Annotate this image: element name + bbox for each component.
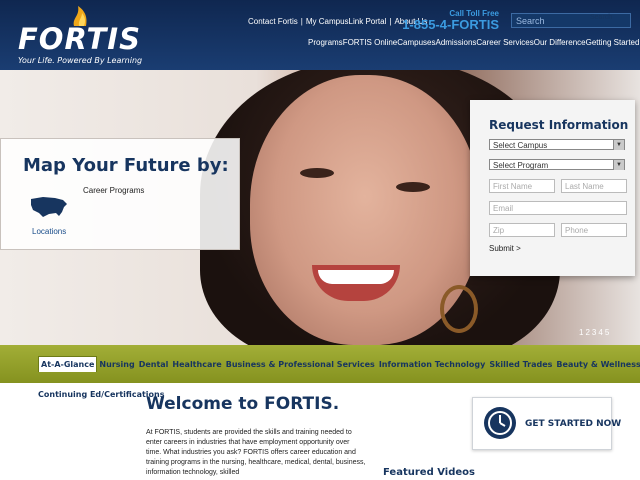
search-input[interactable]	[511, 13, 631, 28]
us-map-icon[interactable]	[29, 195, 69, 219]
tab-nursing[interactable]: Nursing	[97, 357, 136, 372]
nav-programs[interactable]: Programs	[308, 38, 343, 47]
submit-button[interactable]: Submit >	[489, 244, 521, 253]
map-your-future-panel: Map Your Future by: Career Programs Loca…	[0, 138, 240, 250]
tab-at-a-glance[interactable]: At-A-Glance	[38, 356, 98, 372]
map-title: Map Your Future by:	[23, 155, 229, 176]
request-info-title: Request Information	[489, 118, 629, 132]
main-content: Continuing Ed/Certifications Welcome to …	[0, 383, 640, 480]
program-select[interactable]: Select Program ▼	[489, 159, 625, 170]
hero-photo-eye	[396, 182, 430, 192]
nav-campuses[interactable]: Campuses	[397, 38, 435, 47]
last-name-field[interactable]	[561, 179, 627, 193]
hero-photo-eye	[300, 168, 334, 178]
campus-select[interactable]: Select Campus ▼	[489, 139, 625, 150]
campuslink-portal-link[interactable]: My CampusLink Portal	[306, 17, 386, 26]
nav-fortis-online[interactable]: FORTIS Online	[343, 38, 398, 47]
first-name-field[interactable]	[489, 179, 555, 193]
fortis-logo[interactable]: FORTIS Your Life. Powered By Learning	[14, 4, 164, 65]
slide-pager: 12345	[578, 328, 610, 337]
zip-field[interactable]	[489, 223, 555, 237]
contact-link[interactable]: Contact Fortis	[248, 17, 298, 26]
request-info-form: Request Information Select Campus ▼ Selec…	[470, 100, 635, 276]
get-started-button[interactable]: GET STARTED NOW	[472, 397, 621, 450]
locations-link[interactable]: Locations	[32, 227, 66, 236]
tab-beauty-wellness[interactable]: Beauty & Wellness	[554, 357, 640, 372]
campus-select-value: Select Campus	[493, 141, 548, 150]
site-header: FORTIS Your Life. Powered By Learning Co…	[0, 0, 640, 70]
slide-5[interactable]: 5	[604, 328, 610, 337]
toll-free-number[interactable]: 1-855-4-FORTIS	[402, 17, 499, 32]
dropdown-arrow-icon: ▼	[613, 160, 624, 170]
featured-videos-heading: Featured Videos	[383, 467, 475, 478]
tab-healthcare[interactable]: Healthcare	[170, 357, 223, 372]
hero-photo-earring	[440, 285, 478, 333]
separator: |	[300, 17, 303, 26]
dropdown-arrow-icon: ▼	[613, 140, 624, 150]
program-select-value: Select Program	[493, 161, 549, 170]
slide-2[interactable]: 2	[584, 328, 590, 337]
email-field[interactable]	[489, 201, 627, 215]
career-programs-link[interactable]: Career Programs	[83, 186, 144, 195]
search-button[interactable]: Search	[590, 14, 612, 21]
tab-information-technology[interactable]: Information Technology	[377, 357, 488, 372]
utility-links: Contact Fortis | My CampusLink Portal | Abou…	[248, 17, 427, 26]
logo-tagline: Your Life. Powered By Learning	[18, 56, 143, 65]
nav-career-services[interactable]: Career Services	[476, 38, 533, 47]
logo-wordmark: FORTIS	[18, 22, 141, 56]
program-tabs: At-A-Glance Nursing Dental Healthcare Busine…	[38, 356, 640, 372]
tab-skilled-trades[interactable]: Skilled Trades	[487, 357, 554, 372]
hero-photo-teeth	[318, 270, 394, 284]
welcome-title: Welcome to FORTIS.	[146, 394, 340, 414]
nav-our-difference[interactable]: Our Difference	[534, 38, 586, 47]
phone-field[interactable]	[561, 223, 627, 237]
clock-icon	[484, 407, 516, 439]
slide-4[interactable]: 4	[597, 328, 603, 337]
separator: |	[389, 17, 392, 26]
tab-dental[interactable]: Dental	[137, 357, 171, 372]
welcome-body: At FORTIS, students are provided the ski…	[146, 429, 366, 476]
tab-business[interactable]: Business & Professional Services	[224, 357, 377, 372]
main-nav: ProgramsFORTIS OnlineCampusesAdmissionsC…	[308, 38, 639, 47]
get-started-label: GET STARTED NOW	[525, 419, 622, 429]
nav-admissions[interactable]: Admissions	[435, 38, 476, 47]
nav-getting-started[interactable]: Getting Started	[586, 38, 640, 47]
